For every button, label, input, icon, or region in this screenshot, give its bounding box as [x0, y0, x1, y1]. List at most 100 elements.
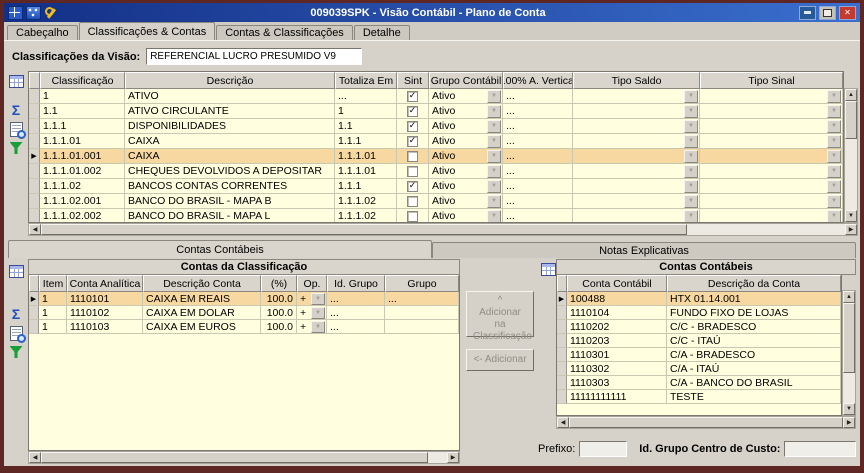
grupo-contabil-dropdown[interactable]	[487, 120, 501, 133]
restore-button[interactable]	[819, 6, 836, 20]
scroll-thumb[interactable]	[41, 224, 687, 235]
main-col-grupo-cont-bil[interactable]: Grupo Contábil	[429, 72, 503, 89]
main-grid-row[interactable]: 1.1.1.01CAIXA1.1.1Ativo...	[29, 134, 843, 149]
scroll-down-icon[interactable]	[843, 403, 855, 415]
chart-account-row[interactable]: 100488HTX 01.14.001	[557, 292, 841, 306]
sum-icon[interactable]	[12, 104, 20, 117]
tipo-saldo-dropdown[interactable]	[684, 180, 698, 193]
filter-icon[interactable]	[10, 142, 23, 154]
classification-account-row[interactable]: 11110102CAIXA EM DOLAR100.0+...	[29, 306, 459, 320]
op-dropdown[interactable]	[311, 321, 325, 333]
scroll-left-icon[interactable]	[29, 452, 41, 463]
tipo-sinal-dropdown[interactable]	[827, 210, 841, 223]
tab-cabe-alho[interactable]: Cabeçalho	[7, 25, 78, 40]
scroll-right-icon[interactable]	[447, 452, 459, 463]
classification-account-row[interactable]: 11110103CAIXA EM EUROS100.0+...	[29, 320, 459, 334]
left-grid-hscrollbar[interactable]	[28, 451, 460, 464]
visao-input[interactable]: REFERENCIAL LUCRO PRESUMIDO V9	[146, 48, 362, 65]
grid-icon[interactable]	[541, 263, 556, 276]
filter-icon[interactable]	[10, 346, 23, 358]
main-grid-row[interactable]: 1ATIVO...Ativo...	[29, 89, 843, 104]
sint-checkbox[interactable]	[407, 196, 418, 207]
scroll-up-icon[interactable]	[843, 291, 855, 303]
tipo-saldo-dropdown[interactable]	[684, 150, 698, 163]
main-grid-row[interactable]: 1.1.1.02.002BANCO DO BRASIL - MAPA L1.1.…	[29, 209, 843, 222]
main-grid-row[interactable]: 1.1.1.02BANCOS CONTAS CORRENTES1.1.1Ativ…	[29, 179, 843, 194]
main-grid-vscrollbar[interactable]	[844, 88, 858, 223]
scroll-up-icon[interactable]	[845, 89, 857, 101]
scroll-thumb[interactable]	[845, 101, 857, 139]
left-col-item[interactable]: Item	[39, 275, 67, 292]
grupo-contabil-dropdown[interactable]	[487, 105, 501, 118]
main-grid-hscrollbar[interactable]	[28, 223, 858, 236]
grid-icon[interactable]	[9, 75, 24, 88]
scroll-track[interactable]	[428, 452, 447, 463]
tipo-sinal-dropdown[interactable]	[827, 120, 841, 133]
chart-account-row[interactable]: 1110202C/C - BRADESCO	[557, 320, 841, 334]
tipo-sinal-dropdown[interactable]	[827, 105, 841, 118]
op-dropdown[interactable]	[311, 293, 325, 305]
scroll-left-icon[interactable]	[29, 224, 41, 235]
scroll-track[interactable]	[687, 224, 845, 235]
tipo-sinal-dropdown[interactable]	[827, 135, 841, 148]
tipo-saldo-dropdown[interactable]	[684, 165, 698, 178]
main-grid-row[interactable]: 1.1.1.01.002CHEQUES DEVOLVIDOS A DEPOSIT…	[29, 164, 843, 179]
tipo-saldo-dropdown[interactable]	[684, 195, 698, 208]
chart-account-row[interactable]: 11111111111TESTE	[557, 390, 841, 404]
grupo-contabil-dropdown[interactable]	[487, 150, 501, 163]
right-grid-hscrollbar[interactable]	[556, 416, 856, 429]
chart-account-row[interactable]: 1110303C/A - BANCO DO BRASIL	[557, 376, 841, 390]
sint-checkbox[interactable]	[407, 136, 418, 147]
left-col-id-grupo[interactable]: Id. Grupo	[327, 275, 385, 292]
bottom-tab-contas-cont-beis[interactable]: Contas Contábeis	[8, 240, 432, 258]
bottom-tab-notas-explicativas[interactable]: Notas Explicativas	[432, 242, 856, 258]
main-col-tipo-sinal[interactable]: Tipo Sinal	[700, 72, 843, 89]
chart-account-row[interactable]: 1110104FUNDO FIXO DE LOJAS	[557, 306, 841, 320]
report-icon[interactable]	[10, 326, 23, 341]
sint-checkbox[interactable]	[407, 121, 418, 132]
tipo-sinal-dropdown[interactable]	[827, 165, 841, 178]
main-col-classifica-o[interactable]: Classificação	[40, 72, 125, 89]
tipo-sinal-dropdown[interactable]	[827, 180, 841, 193]
left-col-op[interactable]: Op.	[297, 275, 327, 292]
sint-checkbox[interactable]	[407, 181, 418, 192]
grupo-contabil-dropdown[interactable]	[487, 135, 501, 148]
tipo-saldo-dropdown[interactable]	[684, 135, 698, 148]
tab-detalhe[interactable]: Detalhe	[354, 25, 410, 40]
grid-icon[interactable]	[9, 265, 24, 278]
main-grid-row[interactable]: 1.1.1DISPONIBILIDADES1.1Ativo...	[29, 119, 843, 134]
sint-checkbox[interactable]	[407, 166, 418, 177]
scroll-right-icon[interactable]	[845, 224, 857, 235]
grupo-contabil-dropdown[interactable]	[487, 90, 501, 103]
tipo-sinal-dropdown[interactable]	[827, 90, 841, 103]
right-col-descri-o-da-conta[interactable]: Descrição da Conta	[667, 275, 841, 292]
classification-account-row[interactable]: 11110101CAIXA EM REAIS100.0+......	[29, 292, 459, 306]
report-icon[interactable]	[10, 122, 23, 137]
main-col-totaliza-em[interactable]: Totaliza Em	[335, 72, 397, 89]
tab-classifica-es-contas[interactable]: Classificações & Contas	[79, 22, 216, 40]
tipo-sinal-dropdown[interactable]	[827, 150, 841, 163]
main-grid-row[interactable]: 1.1ATIVO CIRCULANTE1Ativo...	[29, 104, 843, 119]
main-grid-row[interactable]: 1.1.1.01.001CAIXA1.1.1.01Ativo...	[29, 149, 843, 164]
main-col-descri-o[interactable]: Descrição	[125, 72, 335, 89]
close-button[interactable]	[839, 6, 856, 20]
tipo-sinal-dropdown[interactable]	[827, 195, 841, 208]
scroll-down-icon[interactable]	[845, 210, 857, 222]
main-grid-row[interactable]: 1.1.1.02.001BANCO DO BRASIL - MAPA B1.1.…	[29, 194, 843, 209]
main-col-sint[interactable]: Sint	[397, 72, 429, 89]
scroll-right-icon[interactable]	[843, 417, 855, 428]
left-col-grupo[interactable]: Grupo	[385, 275, 459, 292]
scroll-thumb[interactable]	[843, 303, 855, 373]
prefixo-input[interactable]	[579, 441, 627, 457]
sint-checkbox[interactable]	[407, 151, 418, 162]
op-dropdown[interactable]	[311, 307, 325, 319]
chart-account-row[interactable]: 1110203C/C - ITAÚ	[557, 334, 841, 348]
left-col-[interactable]: (%)	[261, 275, 297, 292]
adicionar-button[interactable]: <- Adicionar	[466, 349, 534, 371]
sint-checkbox[interactable]	[407, 211, 418, 222]
grupo-contabil-dropdown[interactable]	[487, 195, 501, 208]
tipo-saldo-dropdown[interactable]	[684, 210, 698, 223]
scroll-left-icon[interactable]	[557, 417, 569, 428]
tipo-saldo-dropdown[interactable]	[684, 120, 698, 133]
adicionar-na-classificacao-button[interactable]: ^ Adicionar na Classificação	[466, 291, 534, 337]
